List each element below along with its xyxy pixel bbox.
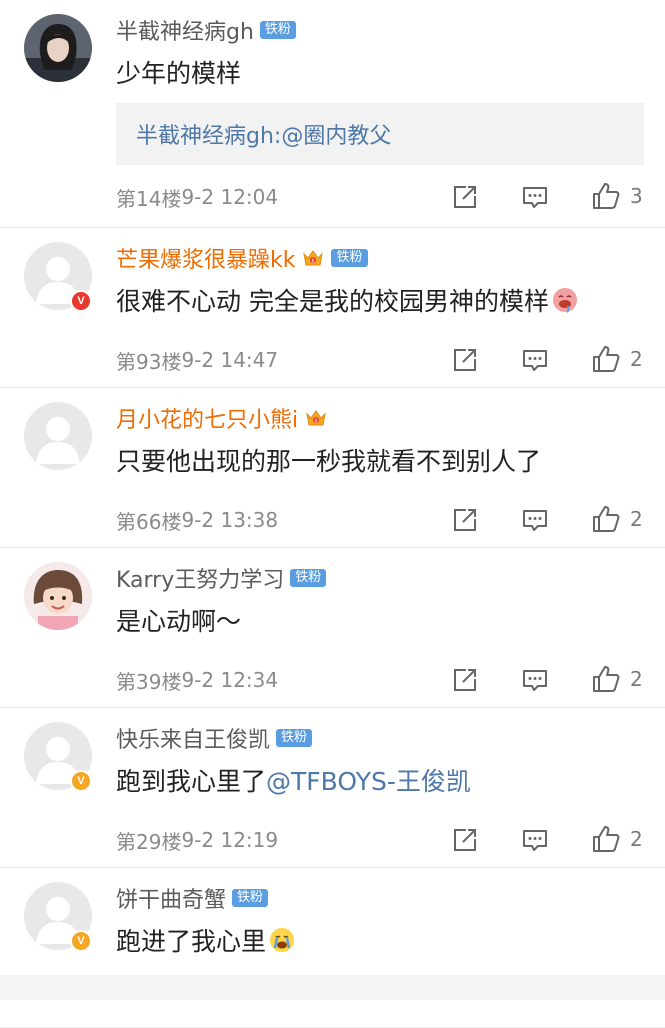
svg-text:6: 6	[312, 259, 315, 265]
share-icon[interactable]	[450, 825, 480, 855]
username[interactable]: 月小花的七只小熊i	[116, 402, 298, 434]
comment-item: V 芒果爆浆很暴躁kk 6 铁粉 很难不心动 完全是我的校园男神的模样 第93楼 9-2 …	[0, 228, 665, 388]
comment-text: 跑到我心里了 @TFBOYS-王俊凯	[116, 762, 471, 798]
comment-actions: 2	[450, 660, 650, 700]
comment-meta: 第14楼 9-2 12:04	[116, 182, 278, 212]
comment-actions: 2	[450, 820, 650, 860]
comment-item: V 快乐来自王俊凯 铁粉 跑到我心里了 @TFBOYS-王俊凯 第29楼 9-2 12:1…	[0, 708, 665, 868]
thumbs-up-icon[interactable]	[590, 663, 622, 695]
comment-body: 少年的模样	[116, 59, 242, 88]
username[interactable]: 饼干曲奇蟹	[116, 882, 226, 914]
verified-badge: V	[70, 290, 92, 312]
share-icon[interactable]	[450, 665, 480, 695]
thumbs-up-icon[interactable]	[590, 823, 622, 855]
comment-actions: 2	[450, 500, 650, 540]
verified-badge: V	[70, 930, 92, 952]
comment-body: 跑进了我心里	[116, 927, 267, 956]
timestamp: 9-2 12:19	[181, 828, 279, 852]
name-row: 半截神经病gh 铁粉	[116, 14, 296, 46]
like-count: 2	[630, 507, 643, 531]
comment-item: 月小花的七只小熊i 6 只要他出现的那一秒我就看不到别人了 第66楼 9-2 13:3…	[0, 388, 665, 548]
comment-icon[interactable]	[520, 825, 550, 855]
reply-author[interactable]: 半截神经病gh:	[136, 118, 281, 150]
comment-item: V 饼干曲奇蟹 铁粉 跑进了我心里	[0, 868, 665, 1028]
comment-list: 半截神经病gh 铁粉 少年的模样 半截神经病gh: @圈内教父 第14楼 9-2 12:…	[0, 0, 665, 1028]
comment-actions: 3	[450, 177, 650, 217]
like-count: 2	[630, 667, 643, 691]
like-count: 2	[630, 827, 643, 851]
avatar[interactable]	[24, 14, 92, 82]
name-row: 月小花的七只小熊i 6	[116, 402, 328, 434]
timestamp: 9-2 14:47	[181, 348, 279, 372]
comment-body: 很难不心动 完全是我的校园男神的模样	[116, 287, 549, 316]
floor-number: 第29楼	[116, 829, 182, 854]
floor-number: 第66楼	[116, 509, 182, 534]
fan-badge: 铁粉	[276, 729, 313, 747]
username[interactable]: 半截神经病gh	[116, 14, 254, 46]
comment-icon[interactable]	[520, 345, 550, 375]
name-row: 饼干曲奇蟹 铁粉	[116, 882, 269, 914]
reply-mention[interactable]: @圈内教父	[281, 118, 391, 150]
comment-actions: 2	[450, 340, 650, 380]
comment-meta: 第39楼 9-2 12:34	[116, 665, 278, 695]
thumbs-up-icon[interactable]	[590, 503, 622, 535]
timestamp: 9-2 12:04	[181, 185, 279, 209]
crown-icon: 6	[301, 246, 325, 270]
comment-meta: 第93楼 9-2 14:47	[116, 345, 278, 375]
like-count: 2	[630, 347, 643, 371]
comment-icon[interactable]	[520, 182, 550, 212]
comment-body: 只要他出现的那一秒我就看不到别人了	[116, 447, 542, 476]
bottom-bar	[0, 975, 665, 1000]
username[interactable]: 快乐来自王俊凯	[116, 722, 270, 754]
mention-link[interactable]: @TFBOYS-王俊凯	[266, 762, 471, 798]
comment-text: 少年的模样	[116, 54, 241, 90]
name-row: 芒果爆浆很暴躁kk 6 铁粉	[116, 242, 368, 274]
avatar[interactable]	[24, 402, 92, 470]
like-count: 3	[630, 184, 643, 208]
fan-badge: 铁粉	[259, 21, 296, 39]
floor-number: 第93楼	[116, 349, 182, 374]
reply-preview[interactable]: 半截神经病gh: @圈内教父	[116, 103, 644, 165]
share-icon[interactable]	[450, 345, 480, 375]
crown-icon: 6	[304, 406, 328, 430]
comment-item: Karry王努力学习 铁粉 是心动啊～ 第39楼 9-2 12:34 2	[0, 548, 665, 708]
comment-item: 半截神经病gh 铁粉少年的模样半截神经病gh: @圈内教父第14楼 9-2 12:…	[0, 0, 665, 228]
name-row: 快乐来自王俊凯 铁粉	[116, 722, 313, 754]
fan-badge: 铁粉	[331, 249, 368, 267]
timestamp: 9-2 12:34	[181, 668, 279, 692]
comment-meta: 第29楼 9-2 12:19	[116, 825, 278, 855]
crying-face-icon	[268, 926, 296, 954]
floor-number: 第39楼	[116, 669, 182, 694]
comment-text: 跑进了我心里	[116, 922, 296, 958]
comment-icon[interactable]	[520, 505, 550, 535]
username[interactable]: 芒果爆浆很暴躁kk	[116, 242, 295, 274]
svg-text:6: 6	[315, 419, 318, 425]
floor-number: 第14楼	[116, 186, 182, 211]
thumbs-up-icon[interactable]	[590, 343, 622, 375]
comment-text: 是心动啊～	[116, 602, 241, 638]
verified-badge: V	[70, 770, 92, 792]
fan-badge: 铁粉	[232, 889, 269, 907]
comment-body: 是心动啊～	[116, 607, 242, 636]
share-icon[interactable]	[450, 505, 480, 535]
comment-icon[interactable]	[520, 665, 550, 695]
comment-text: 很难不心动 完全是我的校园男神的模样	[116, 282, 579, 318]
avatar[interactable]	[24, 562, 92, 630]
comment-text: 只要他出现的那一秒我就看不到别人了	[116, 442, 541, 478]
comment-meta: 第66楼 9-2 13:38	[116, 505, 278, 535]
drooling-face-icon	[551, 286, 579, 314]
fan-badge: 铁粉	[290, 569, 327, 587]
thumbs-up-icon[interactable]	[590, 180, 622, 212]
share-icon[interactable]	[450, 182, 480, 212]
name-row: Karry王努力学习 铁粉	[116, 562, 327, 594]
comment-body: 跑到我心里了	[116, 767, 267, 796]
timestamp: 9-2 13:38	[181, 508, 279, 532]
username[interactable]: Karry王努力学习	[116, 562, 284, 594]
